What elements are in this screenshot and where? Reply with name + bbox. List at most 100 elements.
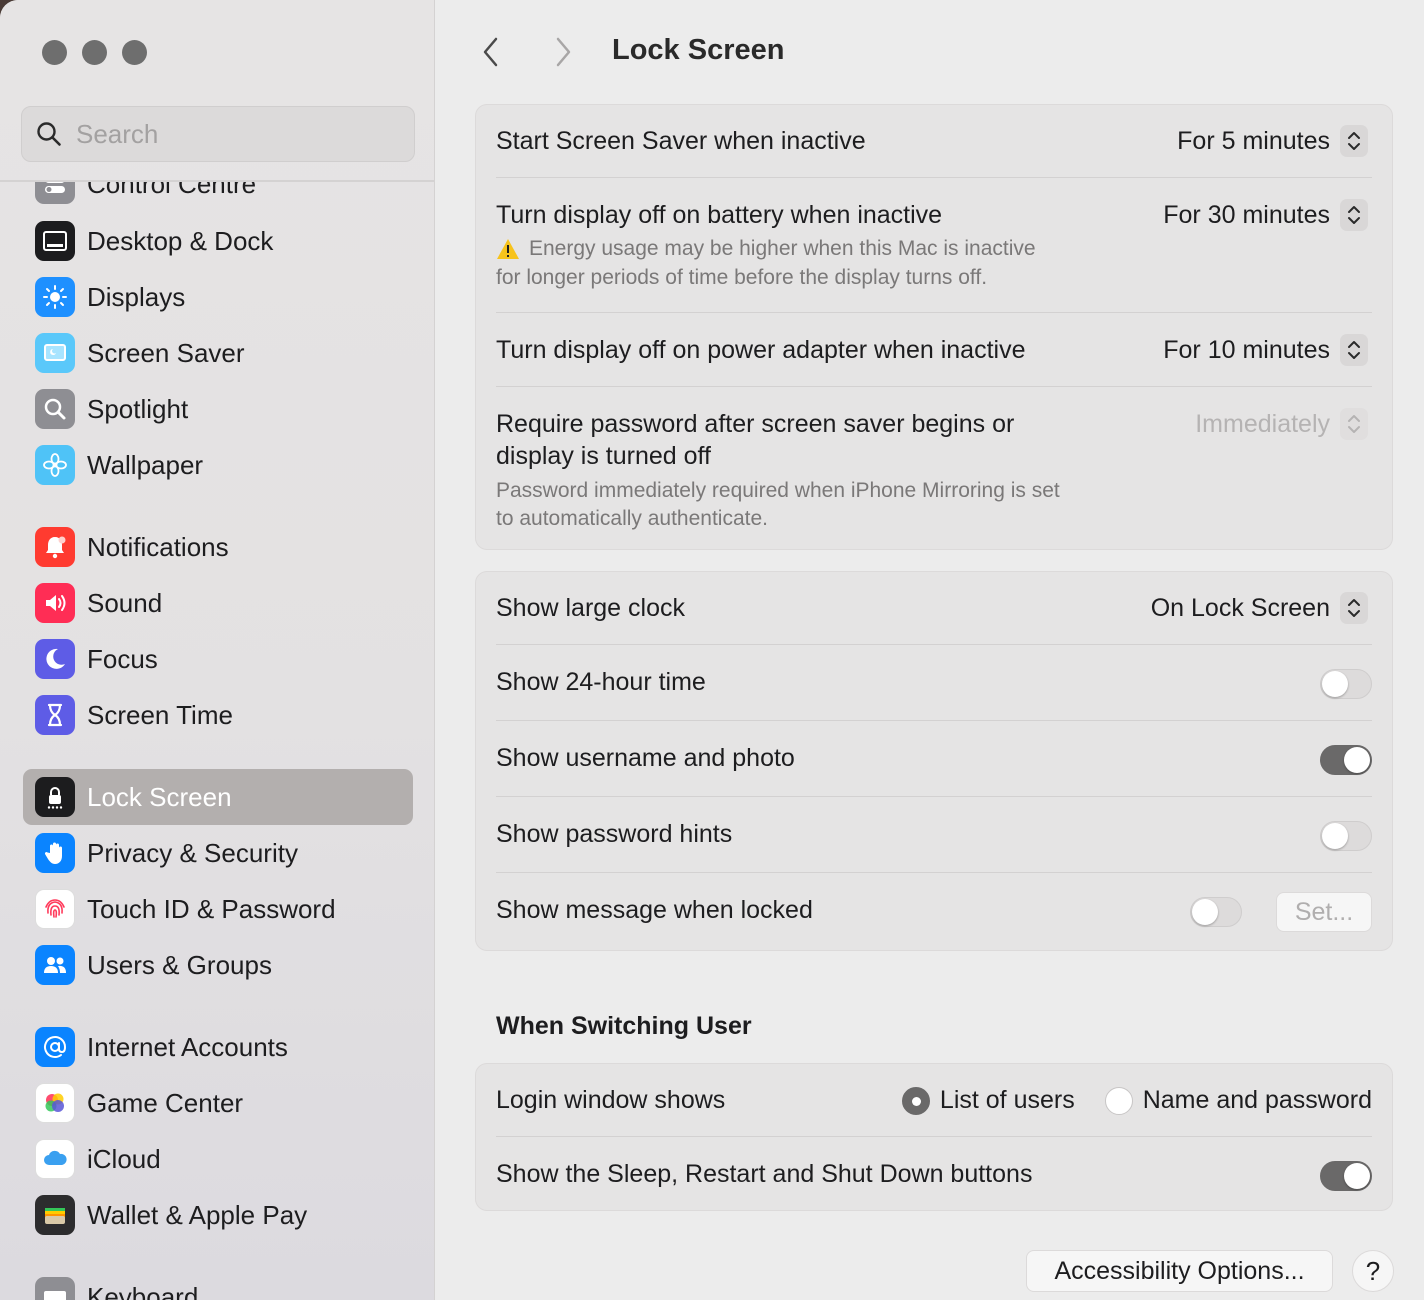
sidebar-item-desktop-dock[interactable]: Desktop & Dock	[23, 213, 413, 269]
require-password-label-line1: Require password after screen saver begi…	[496, 410, 1015, 438]
bell-icon	[35, 527, 75, 567]
sidebar-item-label: Game Center	[87, 1087, 244, 1118]
sidebar-item-focus[interactable]: Focus	[23, 631, 413, 687]
radio-button-unchecked[interactable]	[1104, 1086, 1133, 1115]
sidebar-item-label: Sound	[87, 587, 163, 618]
sidebar-item-label: Screen Saver	[87, 337, 245, 368]
large-clock-popup[interactable]: On Lock Screen	[1151, 592, 1368, 624]
sidebar-item-label: Touch ID & Password	[87, 893, 336, 924]
hour24-label: Show 24-hour time	[496, 668, 706, 696]
users-icon	[35, 945, 75, 985]
require-password-sub-line1: Password immediately required when iPhon…	[496, 479, 1060, 502]
sidebar-item-touch-id[interactable]: Touch ID & Password	[23, 881, 413, 937]
sidebar-item-label: Internet Accounts	[87, 1031, 288, 1062]
sidebar-item-label: Wallet & Apple Pay	[87, 1199, 308, 1230]
zoom-window-button[interactable]	[122, 40, 147, 65]
popup-value: Immediately	[1195, 409, 1330, 438]
close-window-button[interactable]	[42, 40, 67, 65]
display-timing-group: Start Screen Saver when inactive For 5 m…	[475, 104, 1393, 550]
main-content: Lock Screen Start Screen Saver when inac…	[436, 0, 1424, 1300]
message-toggle[interactable]	[1190, 897, 1242, 927]
sidebar: Control Centre Desktop & Dock Displays	[0, 0, 435, 1300]
minimize-window-button[interactable]	[82, 40, 107, 65]
username-label: Show username and photo	[496, 744, 795, 772]
screen-saver-icon	[35, 333, 75, 373]
power-adapter-label: Turn display off on power adapter when i…	[496, 336, 1026, 364]
radio-label: List of users	[939, 1086, 1075, 1114]
sidebar-item-label: Focus	[87, 643, 158, 674]
sidebar-item-label: Lock Screen	[87, 781, 232, 812]
sidebar-item-screen-saver[interactable]: Screen Saver	[23, 325, 413, 381]
control-centre-icon	[35, 182, 75, 204]
sidebar-item-notifications[interactable]: Notifications	[23, 519, 413, 575]
search-input[interactable]	[76, 118, 376, 150]
battery-label: Turn display off on battery when inactiv…	[496, 201, 943, 229]
battery-popup[interactable]: For 30 minutes	[1163, 199, 1368, 231]
sidebar-item-keyboard[interactable]: Keyboard	[23, 1269, 413, 1300]
battery-row: Turn display off on battery when inactiv…	[496, 199, 1372, 299]
hour24-toggle[interactable]	[1320, 669, 1372, 699]
login-window-radio-group: List of users Name and password	[901, 1086, 1372, 1115]
screen-saver-row: Start Screen Saver when inactive For 5 m…	[496, 125, 1372, 165]
set-message-button[interactable]: Set...	[1276, 892, 1372, 932]
hour24-row: Show 24-hour time	[496, 666, 1372, 702]
sidebar-item-label: Desktop & Dock	[87, 225, 274, 256]
popup-value: For 30 minutes	[1163, 200, 1330, 229]
page-title: Lock Screen	[612, 34, 785, 66]
screen-saver-popup[interactable]: For 5 minutes	[1177, 125, 1368, 157]
accessibility-options-button[interactable]: Accessibility Options...	[1026, 1250, 1333, 1292]
sidebar-item-internet-accounts[interactable]: Internet Accounts	[23, 1019, 413, 1075]
screen-saver-label: Start Screen Saver when inactive	[496, 127, 866, 155]
sidebar-item-control-centre[interactable]: Control Centre	[23, 182, 413, 212]
back-button[interactable]	[476, 32, 506, 72]
sidebar-item-wallpaper[interactable]: Wallpaper	[23, 437, 413, 493]
require-password-sub-line2: to automatically authenticate.	[496, 507, 768, 530]
list-of-users-radio[interactable]: List of users	[901, 1086, 1075, 1115]
sleep-buttons-label: Show the Sleep, Restart and Shut Down bu…	[496, 1160, 1033, 1188]
row-divider	[496, 872, 1372, 873]
sidebar-item-sound[interactable]: Sound	[23, 575, 413, 631]
battery-warning-line1: Energy usage may be higher when this Mac…	[529, 237, 1036, 260]
forward-button[interactable]	[548, 32, 578, 72]
sun-icon	[35, 277, 75, 317]
help-button[interactable]: ?	[1352, 1250, 1394, 1292]
username-toggle[interactable]	[1320, 745, 1372, 775]
radio-button-checked[interactable]	[901, 1086, 930, 1115]
row-divider	[496, 720, 1372, 721]
power-adapter-popup[interactable]: For 10 minutes	[1163, 334, 1368, 366]
row-divider	[496, 312, 1372, 313]
game-center-icon	[35, 1083, 75, 1123]
sidebar-item-label: Spotlight	[87, 393, 189, 424]
name-and-password-radio[interactable]: Name and password	[1104, 1086, 1372, 1115]
sidebar-item-label: Privacy & Security	[87, 837, 298, 868]
sleep-buttons-row: Show the Sleep, Restart and Shut Down bu…	[496, 1158, 1372, 1194]
power-adapter-row: Turn display off on power adapter when i…	[496, 334, 1372, 374]
row-divider	[496, 796, 1372, 797]
sidebar-item-wallet[interactable]: Wallet & Apple Pay	[23, 1187, 413, 1243]
sleep-buttons-toggle[interactable]	[1320, 1161, 1372, 1191]
lock-icon	[35, 777, 75, 817]
battery-warning: Energy usage may be higher when this Mac…	[496, 234, 1036, 263]
sidebar-item-displays[interactable]: Displays	[23, 269, 413, 325]
sidebar-item-users-groups[interactable]: Users & Groups	[23, 937, 413, 993]
sidebar-item-spotlight[interactable]: Spotlight	[23, 381, 413, 437]
sidebar-item-label: Keyboard	[87, 1281, 199, 1300]
keyboard-icon	[35, 1277, 75, 1300]
sidebar-item-lock-screen[interactable]: Lock Screen	[23, 769, 413, 825]
up-down-chevron-icon	[1340, 408, 1368, 440]
sidebar-item-label: Displays	[87, 281, 186, 312]
require-password-popup[interactable]: Immediately	[1195, 408, 1368, 440]
sidebar-item-game-center[interactable]: Game Center	[23, 1075, 413, 1131]
sidebar-item-screen-time[interactable]: Screen Time	[23, 687, 413, 743]
sidebar-list: Control Centre Desktop & Dock Displays S…	[0, 182, 434, 1300]
hints-toggle[interactable]	[1320, 821, 1372, 851]
row-divider	[496, 1136, 1372, 1137]
sidebar-item-icloud[interactable]: iCloud	[23, 1131, 413, 1187]
cloud-icon	[35, 1139, 75, 1179]
sidebar-item-privacy-security[interactable]: Privacy & Security	[23, 825, 413, 881]
login-window-row: Login window shows List of users Name an…	[496, 1084, 1372, 1124]
warning-icon	[497, 238, 519, 259]
search-box[interactable]	[21, 106, 415, 162]
sidebar-item-label: Wallpaper	[87, 449, 204, 480]
sidebar-item-label: Screen Time	[87, 699, 233, 730]
